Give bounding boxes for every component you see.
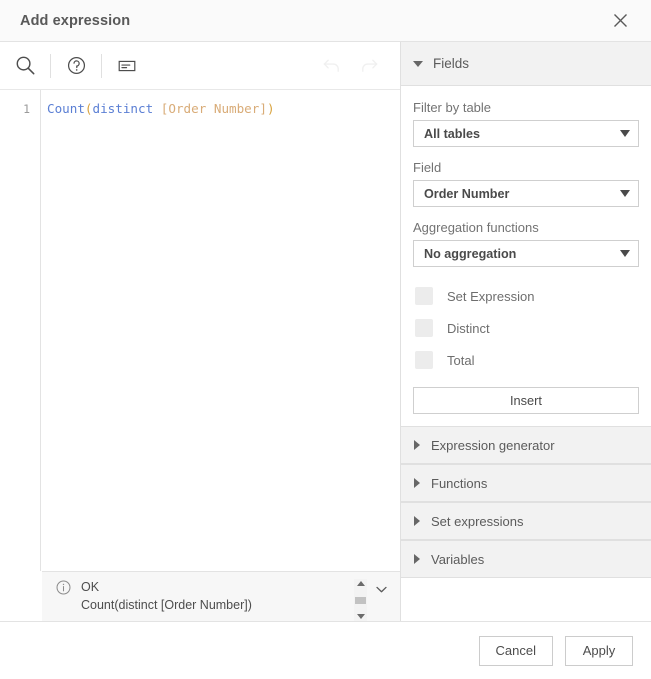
chevron-down-icon[interactable] [370, 579, 392, 599]
dialog-titlebar: Add expression [0, 0, 651, 42]
cancel-button[interactable]: Cancel [478, 635, 553, 666]
accordion-title: Fields [433, 56, 470, 71]
line-number-gutter: 1 [0, 90, 41, 571]
token-field: [Order Number] [160, 101, 267, 116]
triangle-down-icon[interactable] [356, 614, 365, 619]
token-close-paren: ) [266, 101, 275, 116]
expression-editor-column: 1 Count(distinct [Order Number]) OK Coun… [0, 42, 400, 621]
checkbox-label: Total [447, 352, 475, 368]
fields-panel-body: Filter by table All tables Field Order N… [401, 86, 651, 426]
checkbox-box[interactable] [415, 287, 433, 305]
insert-button[interactable]: Insert [413, 387, 639, 414]
accordion-functions[interactable]: Functions [401, 464, 651, 502]
accordion-expression-generator[interactable]: Expression generator [401, 426, 651, 464]
help-icon[interactable] [57, 47, 95, 85]
checkbox-set-expression[interactable]: Set Expression [413, 280, 639, 312]
accordion-title: Functions [431, 475, 488, 491]
filter-by-table-dropdown[interactable]: All tables [413, 120, 639, 147]
toolbar-divider [50, 53, 51, 78]
redo-icon[interactable] [350, 47, 388, 85]
add-expression-dialog: Add expression 1 Count(distinct [Order N… [0, 0, 651, 679]
info-icon [56, 580, 71, 595]
panel-empty-space [401, 578, 651, 621]
triangle-down-icon [413, 60, 423, 67]
close-icon[interactable] [603, 4, 637, 38]
scrollbar-thumb[interactable] [355, 596, 366, 604]
triangle-down-icon [620, 130, 630, 137]
triangle-right-icon [414, 554, 420, 564]
field-value: Order Number [424, 186, 510, 201]
apply-button[interactable]: Apply [565, 635, 633, 666]
code-editor[interactable]: 1 Count(distinct [Order Number]) [0, 90, 400, 571]
dialog-footer: Cancel Apply [0, 622, 651, 679]
filter-by-table-label: Filter by table [413, 100, 492, 115]
triangle-down-icon [620, 250, 630, 257]
accordion-header-fields[interactable]: Fields [401, 42, 651, 86]
token-open-paren: ( [84, 101, 93, 116]
field-label: Field [413, 160, 442, 175]
triangle-right-icon [414, 516, 420, 526]
status-state: OK [81, 580, 100, 594]
dialog-body: 1 Count(distinct [Order Number]) OK Coun… [0, 42, 651, 622]
code-line: Count(distinct [Order Number]) [47, 100, 400, 118]
status-controls [354, 579, 400, 621]
accordion-title: Set expressions [431, 513, 524, 529]
triangle-right-icon [414, 440, 420, 450]
status-texts: OK Count(distinct [Order Number]) [81, 579, 354, 614]
accordion-title: Variables [431, 551, 485, 567]
status-scrollbar[interactable] [354, 579, 367, 621]
checkbox-distinct[interactable]: Distinct [413, 312, 639, 344]
checkbox-box[interactable] [415, 319, 433, 337]
field-dropdown[interactable]: Order Number [413, 180, 639, 207]
aggregation-value: No aggregation [424, 246, 517, 261]
triangle-down-icon [620, 190, 630, 197]
dialog-title: Add expression [20, 12, 131, 29]
status-expression-preview: Count(distinct [Order Number]) [81, 598, 252, 612]
checkbox-label: Set Expression [447, 288, 535, 304]
search-icon[interactable] [6, 47, 44, 85]
aggregation-dropdown[interactable]: No aggregation [413, 240, 639, 267]
editor-toolbar [0, 42, 400, 90]
accordion-set-expressions[interactable]: Set expressions [401, 502, 651, 540]
token-function: Count [47, 101, 85, 116]
triangle-up-icon[interactable] [356, 581, 365, 586]
filter-by-table-value: All tables [424, 126, 480, 141]
accordion-title: Expression generator [431, 437, 555, 453]
checkbox-total[interactable]: Total [413, 344, 639, 376]
line-number: 1 [23, 102, 30, 116]
code-text-area[interactable]: Count(distinct [Order Number]) [41, 90, 400, 571]
text-format-icon[interactable] [108, 47, 146, 85]
checkbox-box[interactable] [415, 351, 433, 369]
accordion-variables[interactable]: Variables [401, 540, 651, 578]
aggregation-label: Aggregation functions [413, 220, 539, 235]
toolbar-divider [101, 53, 102, 78]
side-panel: Fields Filter by table All tables Field … [400, 42, 651, 621]
checkbox-label: Distinct [447, 320, 490, 336]
expression-status-bar: OK Count(distinct [Order Number]) [42, 571, 400, 621]
triangle-right-icon [414, 478, 420, 488]
token-keyword: distinct [92, 101, 154, 116]
undo-icon[interactable] [312, 47, 350, 85]
